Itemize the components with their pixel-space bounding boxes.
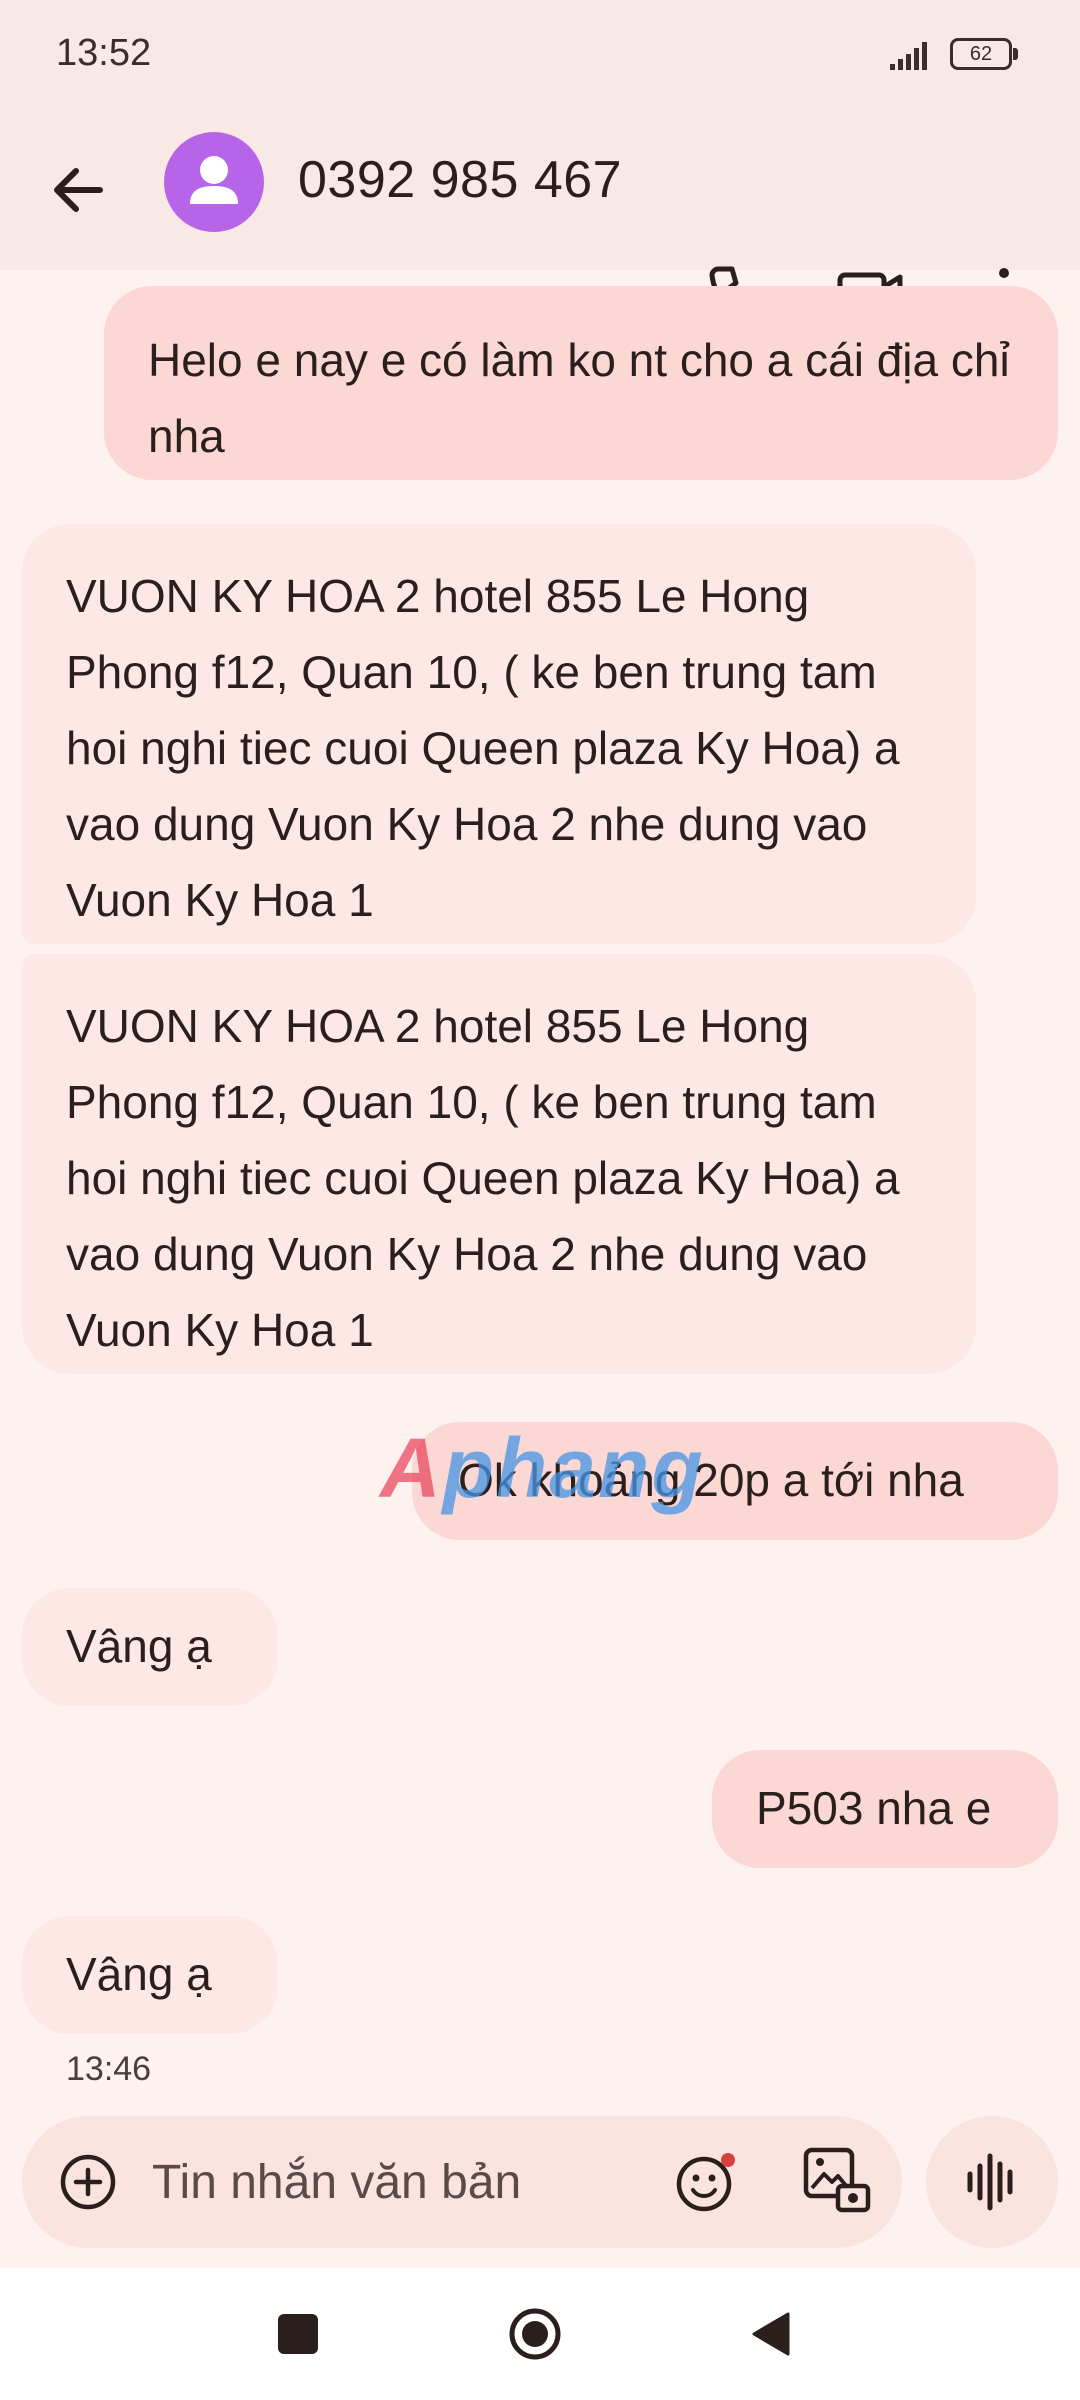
voice-record-button[interactable]	[926, 2116, 1058, 2248]
compose-bar	[22, 2116, 902, 2248]
nav-back-icon[interactable]	[748, 2310, 792, 2358]
watermark-first: A	[380, 1421, 443, 1515]
signal-icon	[890, 42, 927, 70]
arrow-left-icon[interactable]	[40, 152, 116, 228]
message-bubble-outgoing[interactable]: Helo e nay e có làm ko nt cho a cái địa …	[104, 286, 1058, 480]
status-time: 13:52	[56, 32, 152, 74]
message-list[interactable]: Helo e nay e có làm ko nt cho a cái địa …	[0, 270, 1080, 2110]
battery-level: 62	[950, 38, 1012, 70]
status-bar: 13:52 62	[0, 0, 1080, 110]
voice-waveform-icon	[967, 2153, 1013, 2211]
watermark-logo: Aphang	[380, 1420, 705, 1517]
add-circle-icon[interactable]	[54, 2148, 122, 2216]
message-bubble-incoming[interactable]: Vâng ạ	[22, 1916, 278, 2034]
message-bubble-outgoing[interactable]: P503 nha e	[712, 1750, 1058, 1868]
contact-avatar[interactable]	[164, 132, 264, 232]
watermark-rest: phang	[442, 1421, 705, 1515]
message-input[interactable]	[152, 2146, 652, 2218]
message-bubble-incoming[interactable]: Vâng ạ	[22, 1588, 278, 1706]
gallery-icon[interactable]	[798, 2142, 874, 2218]
contact-name[interactable]: 0392 985 467	[298, 150, 622, 210]
emoji-icon[interactable]	[670, 2146, 742, 2218]
message-bubble-incoming[interactable]: VUON KY HOA 2 hotel 855 Le Hong Phong f1…	[22, 524, 976, 944]
message-timestamp: 13:46	[66, 2050, 152, 2088]
person-icon	[190, 156, 238, 204]
message-bubble-incoming[interactable]: VUON KY HOA 2 hotel 855 Le Hong Phong f1…	[22, 954, 976, 1374]
recents-icon[interactable]	[278, 2314, 318, 2354]
battery-icon: 62	[950, 38, 1018, 70]
home-icon[interactable]	[508, 2307, 562, 2361]
battery-tip	[1013, 48, 1018, 60]
